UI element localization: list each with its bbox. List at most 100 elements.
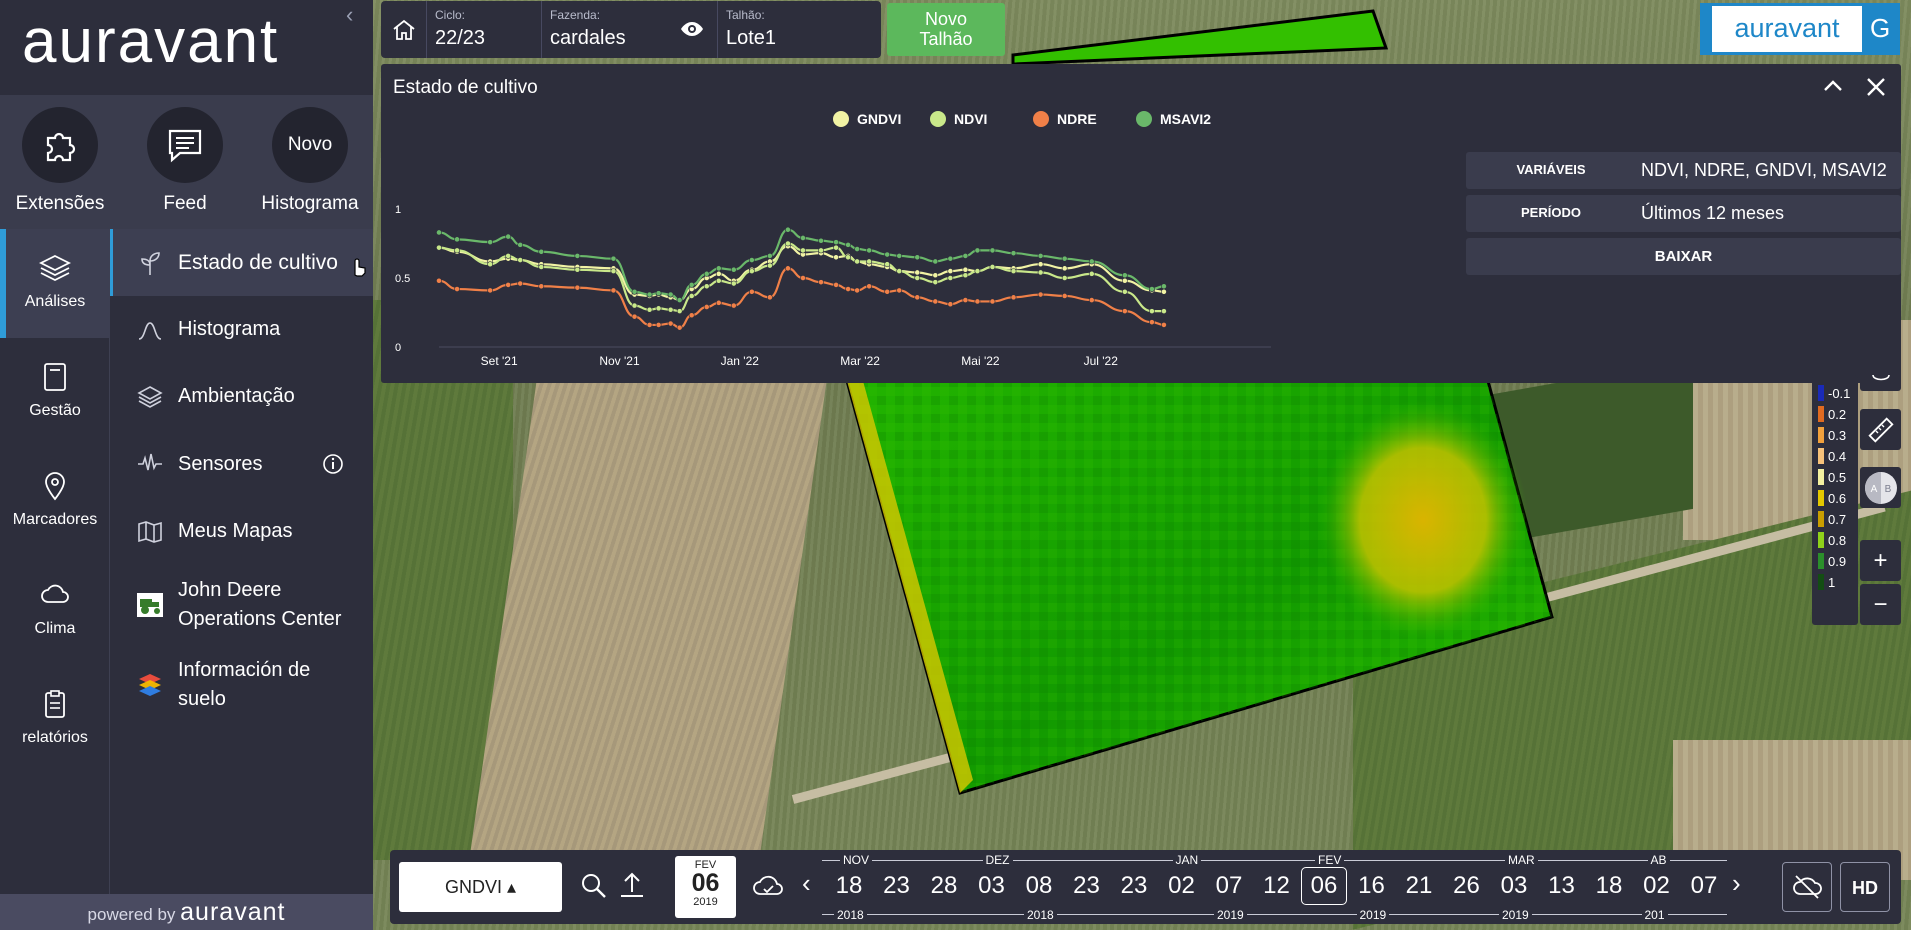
legend-entry: -0.1 — [1818, 383, 1858, 403]
selected-day: 06 — [691, 869, 720, 897]
legend-swatch — [1818, 490, 1824, 506]
data-point — [1037, 261, 1044, 268]
variables-label: VARIÁVEIS — [1516, 162, 1586, 177]
timeline-date[interactable]: 26 — [1444, 867, 1490, 905]
field-polygon[interactable] — [1011, 9, 1389, 66]
home-button[interactable] — [381, 1, 427, 58]
timeline-date[interactable]: 18 — [826, 867, 872, 905]
legend-value: 0.2 — [1828, 406, 1847, 422]
variables-row[interactable]: VARIÁVEIS NDVI, NDRE, GNDVI, MSAVI2 — [1466, 152, 1901, 189]
hd-toggle-button[interactable]: HD — [1840, 862, 1890, 912]
subnav-item-sensores[interactable]: Sensores — [110, 430, 373, 498]
x-tick-label: Jan '22 — [721, 354, 760, 368]
new-plot-button[interactable]: Novo Talhão — [887, 3, 1005, 56]
data-point — [833, 254, 839, 261]
location-tool-icon[interactable] — [1860, 367, 1901, 391]
timeline-date[interactable]: 02 — [1159, 867, 1205, 905]
zoom-in-button[interactable]: + — [1860, 540, 1901, 581]
data-point — [667, 291, 674, 298]
timeline-date[interactable]: 02 — [1634, 867, 1680, 905]
subnav-item-estado-de-cultivo[interactable]: Estado de cultivo — [110, 229, 373, 296]
data-point — [631, 313, 638, 320]
data-point — [517, 257, 524, 263]
selected-date-box[interactable]: FEV 06 2019 — [675, 856, 736, 918]
search-icon[interactable] — [580, 872, 608, 905]
compare-ab-button[interactable]: AB — [1860, 467, 1901, 508]
timeline-date[interactable]: 16 — [1349, 867, 1395, 905]
index-selector[interactable]: GNDVI ▴ — [399, 862, 562, 912]
legend-value: 0.3 — [1828, 427, 1847, 443]
new-histogram-button[interactable]: Novo Histograma — [250, 107, 370, 215]
legend-swatch — [833, 111, 849, 127]
data-point — [688, 281, 695, 288]
plot-selector[interactable]: Talhão: Lote1 — [718, 1, 878, 58]
eye-icon[interactable] — [680, 19, 704, 44]
rail-item-clima[interactable]: Clima — [0, 556, 110, 665]
chevron-up-icon[interactable] — [1821, 76, 1845, 101]
download-button[interactable]: BAIXAR — [1466, 238, 1901, 275]
data-point — [1037, 291, 1044, 298]
cloud-check-icon[interactable] — [752, 872, 784, 905]
timeline-date[interactable]: 13 — [1539, 867, 1585, 905]
rail-item-analises[interactable]: Análises — [0, 229, 110, 338]
timeline-date[interactable]: 23 — [1064, 867, 1110, 905]
rail-item-relatorios[interactable]: relatórios — [0, 665, 110, 774]
extensions-button[interactable]: Extensões — [0, 107, 120, 215]
timeline-date[interactable]: 07 — [1681, 867, 1727, 905]
data-point — [914, 275, 921, 281]
timeline-date[interactable]: 03 — [1491, 867, 1537, 905]
data-point — [487, 239, 494, 246]
timeline-date[interactable]: 12 — [1254, 867, 1300, 905]
zoom-out-button[interactable]: − — [1860, 584, 1901, 625]
timeline-date[interactable]: 03 — [969, 867, 1015, 905]
data-point — [688, 312, 695, 319]
account-brand-badge[interactable]: auravant G — [1700, 3, 1900, 55]
timeline-date[interactable]: 18 — [1586, 867, 1632, 905]
data-point — [989, 264, 996, 270]
timeline-date[interactable]: 23 — [1111, 867, 1157, 905]
feed-button[interactable]: Feed — [125, 107, 245, 215]
cycle-selector[interactable]: Ciclo: 22/23 — [427, 1, 540, 58]
ruler-icon[interactable] — [1860, 409, 1901, 450]
subnav-item-ambientacao[interactable]: Ambientação — [110, 363, 373, 430]
data-point — [989, 298, 996, 305]
month-label: DEZ — [982, 853, 1013, 867]
upload-icon[interactable] — [618, 870, 646, 905]
data-point — [538, 283, 545, 290]
close-icon[interactable] — [1865, 76, 1887, 103]
data-point — [947, 255, 954, 262]
subnav-item-histograma[interactable]: Histograma — [110, 296, 373, 363]
data-point — [962, 272, 969, 279]
pin-icon — [0, 471, 110, 501]
subnav-item-john-deere[interactable]: John Deere Operations Center — [110, 565, 373, 645]
timeline-date[interactable]: 06 — [1301, 867, 1347, 905]
data-point — [631, 302, 638, 309]
data-point — [766, 294, 773, 301]
new-plot-label-line2: Talhão — [919, 29, 973, 49]
timeline-date[interactable]: 23 — [874, 867, 920, 905]
rail-item-gestao[interactable]: Gestão — [0, 338, 110, 447]
data-point — [1010, 268, 1017, 274]
chevron-left-icon[interactable]: ‹ — [802, 868, 811, 899]
timeline-date[interactable]: 07 — [1206, 867, 1252, 905]
data-point — [800, 235, 806, 241]
legend-label: MSAVI2 — [1160, 111, 1211, 127]
rail-item-marcadores[interactable]: Marcadores — [0, 447, 110, 556]
subnav-item-informacion-de-suelo[interactable]: Información de suelo — [110, 645, 373, 725]
collapse-sidebar-icon[interactable]: ‹ — [346, 2, 353, 28]
context-bar: Ciclo: 22/23 Fazenda: cardales Talhão: L… — [381, 1, 881, 58]
period-row[interactable]: PERÍODO Últimos 12 meses — [1466, 195, 1901, 232]
cloud-off-icon[interactable] — [1782, 862, 1832, 912]
timeline-date[interactable]: 21 — [1396, 867, 1442, 905]
data-point — [866, 247, 873, 254]
info-icon[interactable] — [322, 453, 344, 480]
data-point — [785, 226, 791, 233]
data-point — [748, 288, 755, 295]
data-point — [833, 239, 839, 246]
chevron-right-icon[interactable]: › — [1732, 868, 1741, 899]
subnav-item-meus-mapas[interactable]: Meus Mapas — [110, 498, 373, 565]
data-point — [854, 258, 861, 265]
data-point — [845, 286, 851, 292]
timeline-date[interactable]: 28 — [921, 867, 967, 905]
timeline-date[interactable]: 08 — [1016, 867, 1062, 905]
